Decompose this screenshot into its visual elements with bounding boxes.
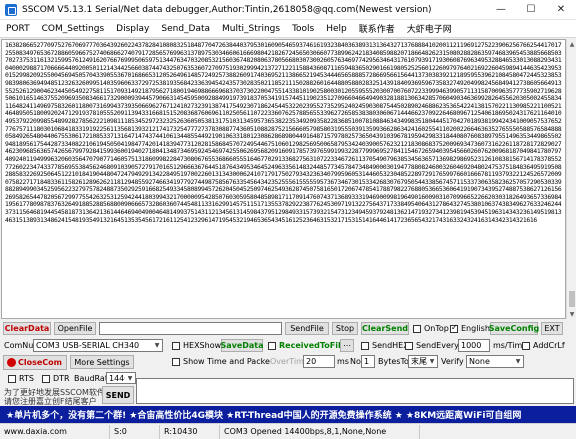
status-sent: S:0 (110, 424, 160, 439)
dtr-checkbox[interactable]: DTR (42, 374, 70, 383)
file-browse-button[interactable]: ⋯ (340, 339, 354, 352)
bytes-to-value: 末尾 (411, 357, 427, 366)
hex-show-checkbox[interactable]: HEXShow (172, 341, 221, 350)
received-to-file-label: ReceivedToFile (279, 341, 347, 350)
app-icon (5, 3, 17, 16)
overtime-unit: ms (337, 357, 349, 366)
close-com-button[interactable]: CloseCom (3, 355, 67, 370)
no-input[interactable]: 1 (361, 355, 375, 368)
minimize-button[interactable]: — (486, 0, 516, 20)
verify-label: Verify (441, 357, 464, 366)
menu-com-settings[interactable]: COM_Settings (42, 24, 105, 34)
send-file-button[interactable]: SendFile (285, 322, 329, 335)
send-hex-label: SendHEX (372, 341, 409, 350)
menu-tools[interactable]: Tools (292, 24, 314, 34)
english-checkbox[interactable]: English (450, 323, 490, 333)
english-label: English (461, 324, 490, 333)
port-open-led-icon (7, 358, 16, 367)
show-time-checkbox[interactable]: Show Time and Packe (172, 357, 270, 366)
received-to-file-checkbox[interactable]: ReceivedToFile (268, 341, 346, 350)
send-input-area[interactable] (136, 378, 574, 404)
menu-daxia[interactable]: 大虾电子网 (407, 22, 452, 35)
on-top-checkbox[interactable]: OnTop (413, 324, 449, 333)
rts-label: RTS (19, 374, 34, 383)
ext-button[interactable]: EXT (541, 322, 563, 335)
baud-label: BaudRat (74, 374, 108, 383)
status-website[interactable]: www.daxia.com (0, 424, 110, 439)
hex-show-label: HEXShow (183, 341, 222, 350)
rts-checkbox[interactable]: RTS (8, 374, 34, 383)
chevron-down-icon: ▼ (427, 356, 437, 367)
maximize-button[interactable]: ☐ (516, 0, 546, 20)
file-path-field[interactable] (99, 322, 282, 335)
menu-contact-author[interactable]: 联系作者 (359, 22, 395, 35)
verify-select[interactable]: None ▼ (466, 355, 524, 368)
send-every-input[interactable]: 1000 (458, 339, 490, 352)
save-data-button[interactable]: SaveData (220, 339, 264, 352)
bytes-to-label: BytesTo (378, 357, 409, 366)
close-window-button[interactable]: ✕ (546, 0, 576, 20)
status-extra (420, 425, 576, 439)
receive-data-text: 1638286652770975276706977703643926022437… (5, 42, 562, 224)
chevron-down-icon: ▼ (513, 356, 523, 367)
send-every-label: SendEvery (416, 341, 459, 350)
status-bar: www.daxia.com S:0 R:10430 COM3 Opened 14… (0, 423, 576, 439)
promo-banner[interactable]: ★单片机多个，没有第二个群! ★合宙高性价比4G模块 ★RT-Thread中国人… (0, 406, 576, 423)
scroll-down-icon[interactable]: ▼ (567, 309, 576, 319)
add-crlf-checkbox[interactable]: AddCrLf (522, 341, 565, 350)
more-settings-button[interactable]: More Settings (70, 355, 134, 369)
show-time-label: Show Time and Packe (183, 357, 270, 366)
stop-button[interactable]: Stop (332, 322, 358, 335)
com-port-select[interactable]: COM3 USB-SERIAL CH340 ▼ (33, 339, 163, 352)
chevron-down-icon: ▼ (152, 340, 162, 351)
bytes-to-select[interactable]: 末尾 ▼ (408, 355, 438, 368)
save-config-button[interactable]: SaveConfig (489, 322, 539, 335)
open-file-button[interactable]: OpenFile (54, 322, 96, 335)
baud-rate-select[interactable]: 14400 ▼ (106, 372, 136, 384)
receive-data-area[interactable]: 1638286652770975276706977703643926022437… (1, 39, 566, 319)
title-bar: SSCOM V5.13.1 Serial/Net data debugger,A… (0, 0, 576, 20)
chevron-down-icon: ▼ (125, 373, 135, 383)
dtr-label: DTR (53, 374, 70, 383)
menu-help[interactable]: Help (326, 24, 347, 34)
sscom-window: SSCOM V5.13.1 Serial/Net data debugger,A… (0, 0, 576, 439)
send-every-checkbox[interactable]: SendEvery (405, 341, 459, 350)
add-crlf-label: AddCrLf (533, 341, 565, 350)
receive-scrollbar[interactable]: ▲ ▼ (566, 39, 576, 319)
on-top-label: OnTop (424, 324, 449, 333)
clear-send-button[interactable]: ClearSend (361, 322, 409, 335)
send-every-unit: ms/Tim (493, 341, 523, 350)
send-hex-checkbox[interactable]: SendHEX (361, 341, 409, 350)
window-title: SSCOM V5.13.1 Serial/Net data debugger,A… (22, 4, 432, 15)
menu-bar: PORT COM_Settings Display Send_Data Mult… (0, 20, 576, 38)
scroll-up-icon[interactable]: ▲ (567, 39, 576, 49)
menu-send-data[interactable]: Send_Data (161, 24, 210, 34)
menu-port[interactable]: PORT (6, 24, 30, 34)
send-button[interactable]: SEND (102, 386, 134, 404)
overtime-input[interactable]: 20 (303, 355, 335, 368)
menu-display[interactable]: Display (116, 24, 149, 34)
scroll-thumb[interactable] (569, 291, 575, 307)
clear-data-button[interactable]: ClearData (3, 322, 51, 335)
verify-value: None (469, 357, 490, 366)
close-com-label: CloseCom (18, 358, 62, 367)
com-port-value: COM3 USB-SERIAL CH340 (36, 341, 140, 350)
status-port-info: COM3 Opened 14400bps,8,1,None,None (220, 424, 420, 439)
no-label: No (350, 357, 361, 366)
menu-multi-strings[interactable]: Multi_Strings (222, 24, 280, 34)
status-received: R:10430 (160, 424, 220, 439)
